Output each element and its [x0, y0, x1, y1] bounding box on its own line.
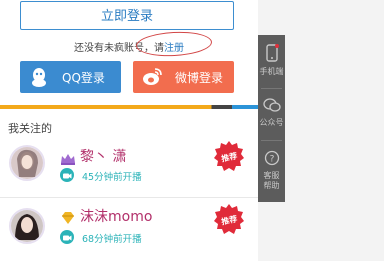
svg-text:?: ? [269, 155, 274, 165]
sidebar-divider [261, 140, 282, 141]
row-divider [0, 197, 258, 198]
qq-login-button[interactable]: QQ登录 [20, 61, 121, 93]
list-item[interactable]: 沫沫momo 68分钟前开播 推荐 [0, 203, 258, 258]
follow-section-title: 我关注的 [8, 122, 52, 135]
list-item[interactable]: 黎丶 潇 45分钟前开播 推荐 [0, 141, 258, 196]
entry-name[interactable]: 沫沫momo [80, 206, 152, 226]
sidebar-item-label: 公众号 [259, 118, 284, 127]
live-camera-icon [60, 230, 74, 244]
sidebar-item-help[interactable]: ? 客服帮助 [258, 150, 285, 191]
entry-name[interactable]: 黎丶 潇 [80, 146, 126, 166]
live-camera-icon [60, 168, 74, 182]
live-status-text: 45分钟前开播 [82, 172, 142, 183]
live-status-text: 68分钟前开播 [82, 234, 142, 245]
qq-penguin-icon [28, 66, 50, 88]
sidebar-divider [261, 88, 282, 89]
sidebar-item-label: 客服帮助 [263, 171, 280, 190]
qq-login-label: QQ登录 [62, 70, 105, 85]
help-icon: ? [258, 150, 285, 169]
recommend-seal-icon: 推荐 [214, 141, 244, 171]
sidebar-item-wechat[interactable]: 公众号 [258, 97, 285, 128]
login-button[interactable]: 立即登录 [20, 1, 234, 30]
section-divider-stripe [0, 105, 258, 109]
wechat-icon [258, 97, 285, 116]
weibo-login-label: 微博登录 [175, 70, 224, 85]
register-row: 还没有未疯账号，请注册 [0, 39, 258, 54]
phone-icon [258, 44, 285, 65]
sidebar-item-label: 手机端 [259, 67, 284, 76]
avatar[interactable] [9, 145, 45, 181]
crown-badge-icon [60, 150, 76, 165]
recommend-seal-icon: 推荐 [214, 204, 244, 234]
sidebar-item-mobile[interactable]: 手机端 [258, 44, 285, 77]
weibo-icon [141, 66, 163, 88]
page: 立即登录 还没有未疯账号，请注册 QQ登录 微博登录 我关注的 黎丶 潇 45分… [0, 0, 384, 261]
avatar[interactable] [9, 208, 45, 244]
diamond-badge-icon [60, 209, 76, 224]
weibo-login-button[interactable]: 微博登录 [133, 61, 234, 93]
